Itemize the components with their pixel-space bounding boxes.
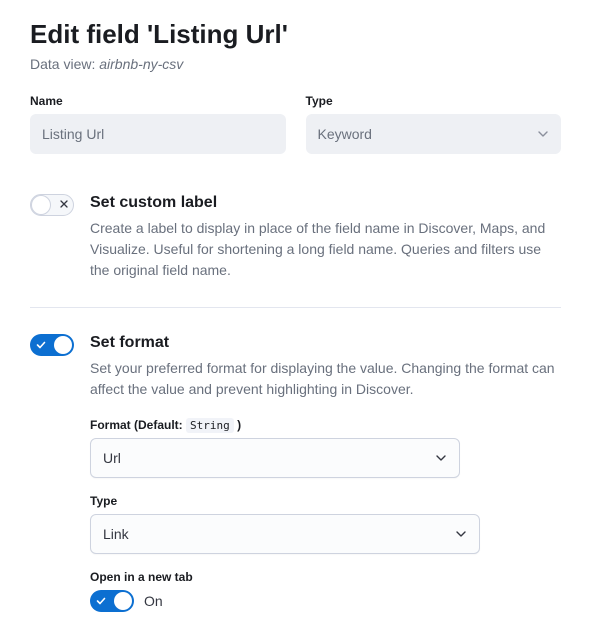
new-tab-status: On [144, 593, 163, 609]
toggle-knob [114, 592, 132, 610]
chevron-down-icon [455, 528, 467, 540]
name-value: Listing Url [42, 126, 104, 142]
format-label: Format (Default: String ) [90, 418, 561, 432]
format-type-value: Link [103, 526, 129, 542]
name-field: Listing Url [30, 114, 286, 154]
toggle-knob [54, 336, 72, 354]
type-field: Keyword [306, 114, 562, 154]
set-format-title: Set format [90, 334, 561, 352]
check-icon [35, 339, 47, 351]
format-label-suffix: ) [234, 418, 241, 432]
new-tab-toggle[interactable] [90, 590, 134, 612]
check-icon [95, 595, 107, 607]
custom-label-desc: Create a label to display in place of th… [90, 218, 561, 281]
data-view-subtitle: Data view: airbnb-ny-csv [30, 56, 561, 72]
chevron-down-icon [435, 452, 447, 464]
format-select[interactable]: Url [90, 438, 460, 478]
type-value: Keyword [318, 126, 372, 142]
set-format-toggle[interactable] [30, 334, 74, 356]
data-view-name: airbnb-ny-csv [99, 56, 183, 72]
type-label: Type [306, 94, 562, 108]
format-type-label: Type [90, 494, 561, 508]
format-select-value: Url [103, 450, 121, 466]
name-label: Name [30, 94, 286, 108]
format-label-code: String [186, 418, 234, 433]
set-format-desc: Set your preferred format for displaying… [90, 358, 561, 400]
data-view-prefix: Data view: [30, 56, 99, 72]
new-tab-label: Open in a new tab [90, 570, 561, 584]
toggle-knob [31, 195, 51, 215]
format-type-select[interactable]: Link [90, 514, 480, 554]
x-icon [59, 199, 69, 211]
custom-label-toggle[interactable] [30, 194, 74, 216]
page-title: Edit field 'Listing Url' [30, 18, 561, 52]
format-label-prefix: Format (Default: [90, 418, 186, 432]
custom-label-title: Set custom label [90, 194, 561, 212]
chevron-down-icon [537, 128, 549, 140]
